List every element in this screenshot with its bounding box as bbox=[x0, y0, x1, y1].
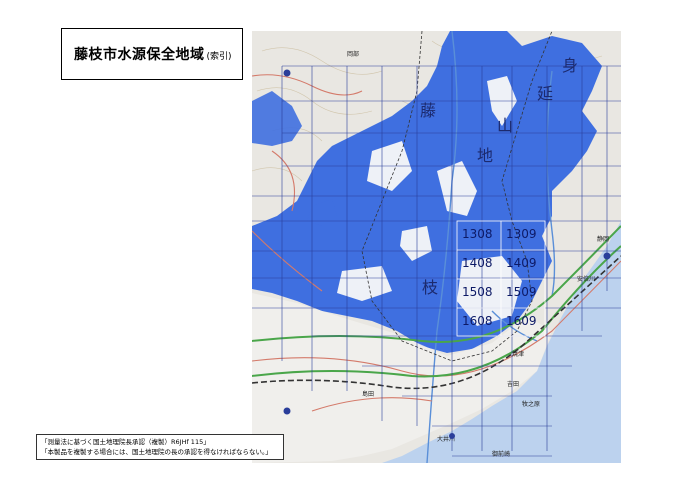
sheet-1608[interactable]: 1608 bbox=[462, 314, 493, 328]
region-label-4: 地 bbox=[477, 146, 493, 165]
place-label-yaizu: 焼津 bbox=[512, 350, 524, 358]
sheet-1308[interactable]: 1308 bbox=[462, 227, 493, 241]
sheet-1609[interactable]: 1609 bbox=[506, 314, 537, 328]
place-label-makinohara: 牧之原 bbox=[522, 400, 540, 408]
notice-line-2: 「本製品を複製する場合には、国土地理院の長の承認を得なければならない。」 bbox=[41, 448, 272, 456]
sheet-1309[interactable]: 1309 bbox=[506, 227, 537, 241]
map-canvas: 1308 1309 1408 1409 1508 1509 1608 1609 … bbox=[252, 31, 621, 463]
index-map[interactable]: 1308 1309 1408 1409 1508 1509 1608 1609 … bbox=[252, 31, 621, 463]
page-title: 藤枝市水源保全地域 bbox=[74, 47, 205, 63]
region-label-2: 延 bbox=[537, 84, 553, 103]
place-label-omaezaki: 御前崎 bbox=[492, 450, 510, 458]
sheet-1408[interactable]: 1408 bbox=[462, 256, 493, 270]
notice-line-1: 「測量法に基づく国土地理院長承認（複製）R6JHf 115」 bbox=[41, 438, 210, 446]
place-label-shizuoka: 静岡 bbox=[597, 235, 609, 243]
place-label-abekawa: 安倍川 bbox=[577, 275, 595, 283]
copyright-notice: 「測量法に基づく国土地理院長承認（複製）R6JHf 115」 「本製品を複製する… bbox=[36, 434, 284, 460]
sheet-1509[interactable]: 1509 bbox=[506, 285, 537, 299]
place-label-shimada: 島田 bbox=[362, 390, 374, 398]
page-subtitle: (索引) bbox=[206, 52, 232, 62]
region-label-6: 枝 bbox=[422, 278, 438, 297]
place-label-okabe: 岡部 bbox=[347, 50, 359, 58]
title-box: 藤枝市水源保全地域 (索引) bbox=[61, 28, 243, 80]
region-label-3: 山 bbox=[497, 116, 513, 135]
region-label-5: 藤 bbox=[420, 101, 436, 120]
region-label-1: 身 bbox=[562, 56, 578, 75]
sheet-1409[interactable]: 1409 bbox=[506, 256, 537, 270]
sheet-1508[interactable]: 1508 bbox=[462, 285, 493, 299]
place-label-yoshida: 吉田 bbox=[507, 381, 519, 388]
